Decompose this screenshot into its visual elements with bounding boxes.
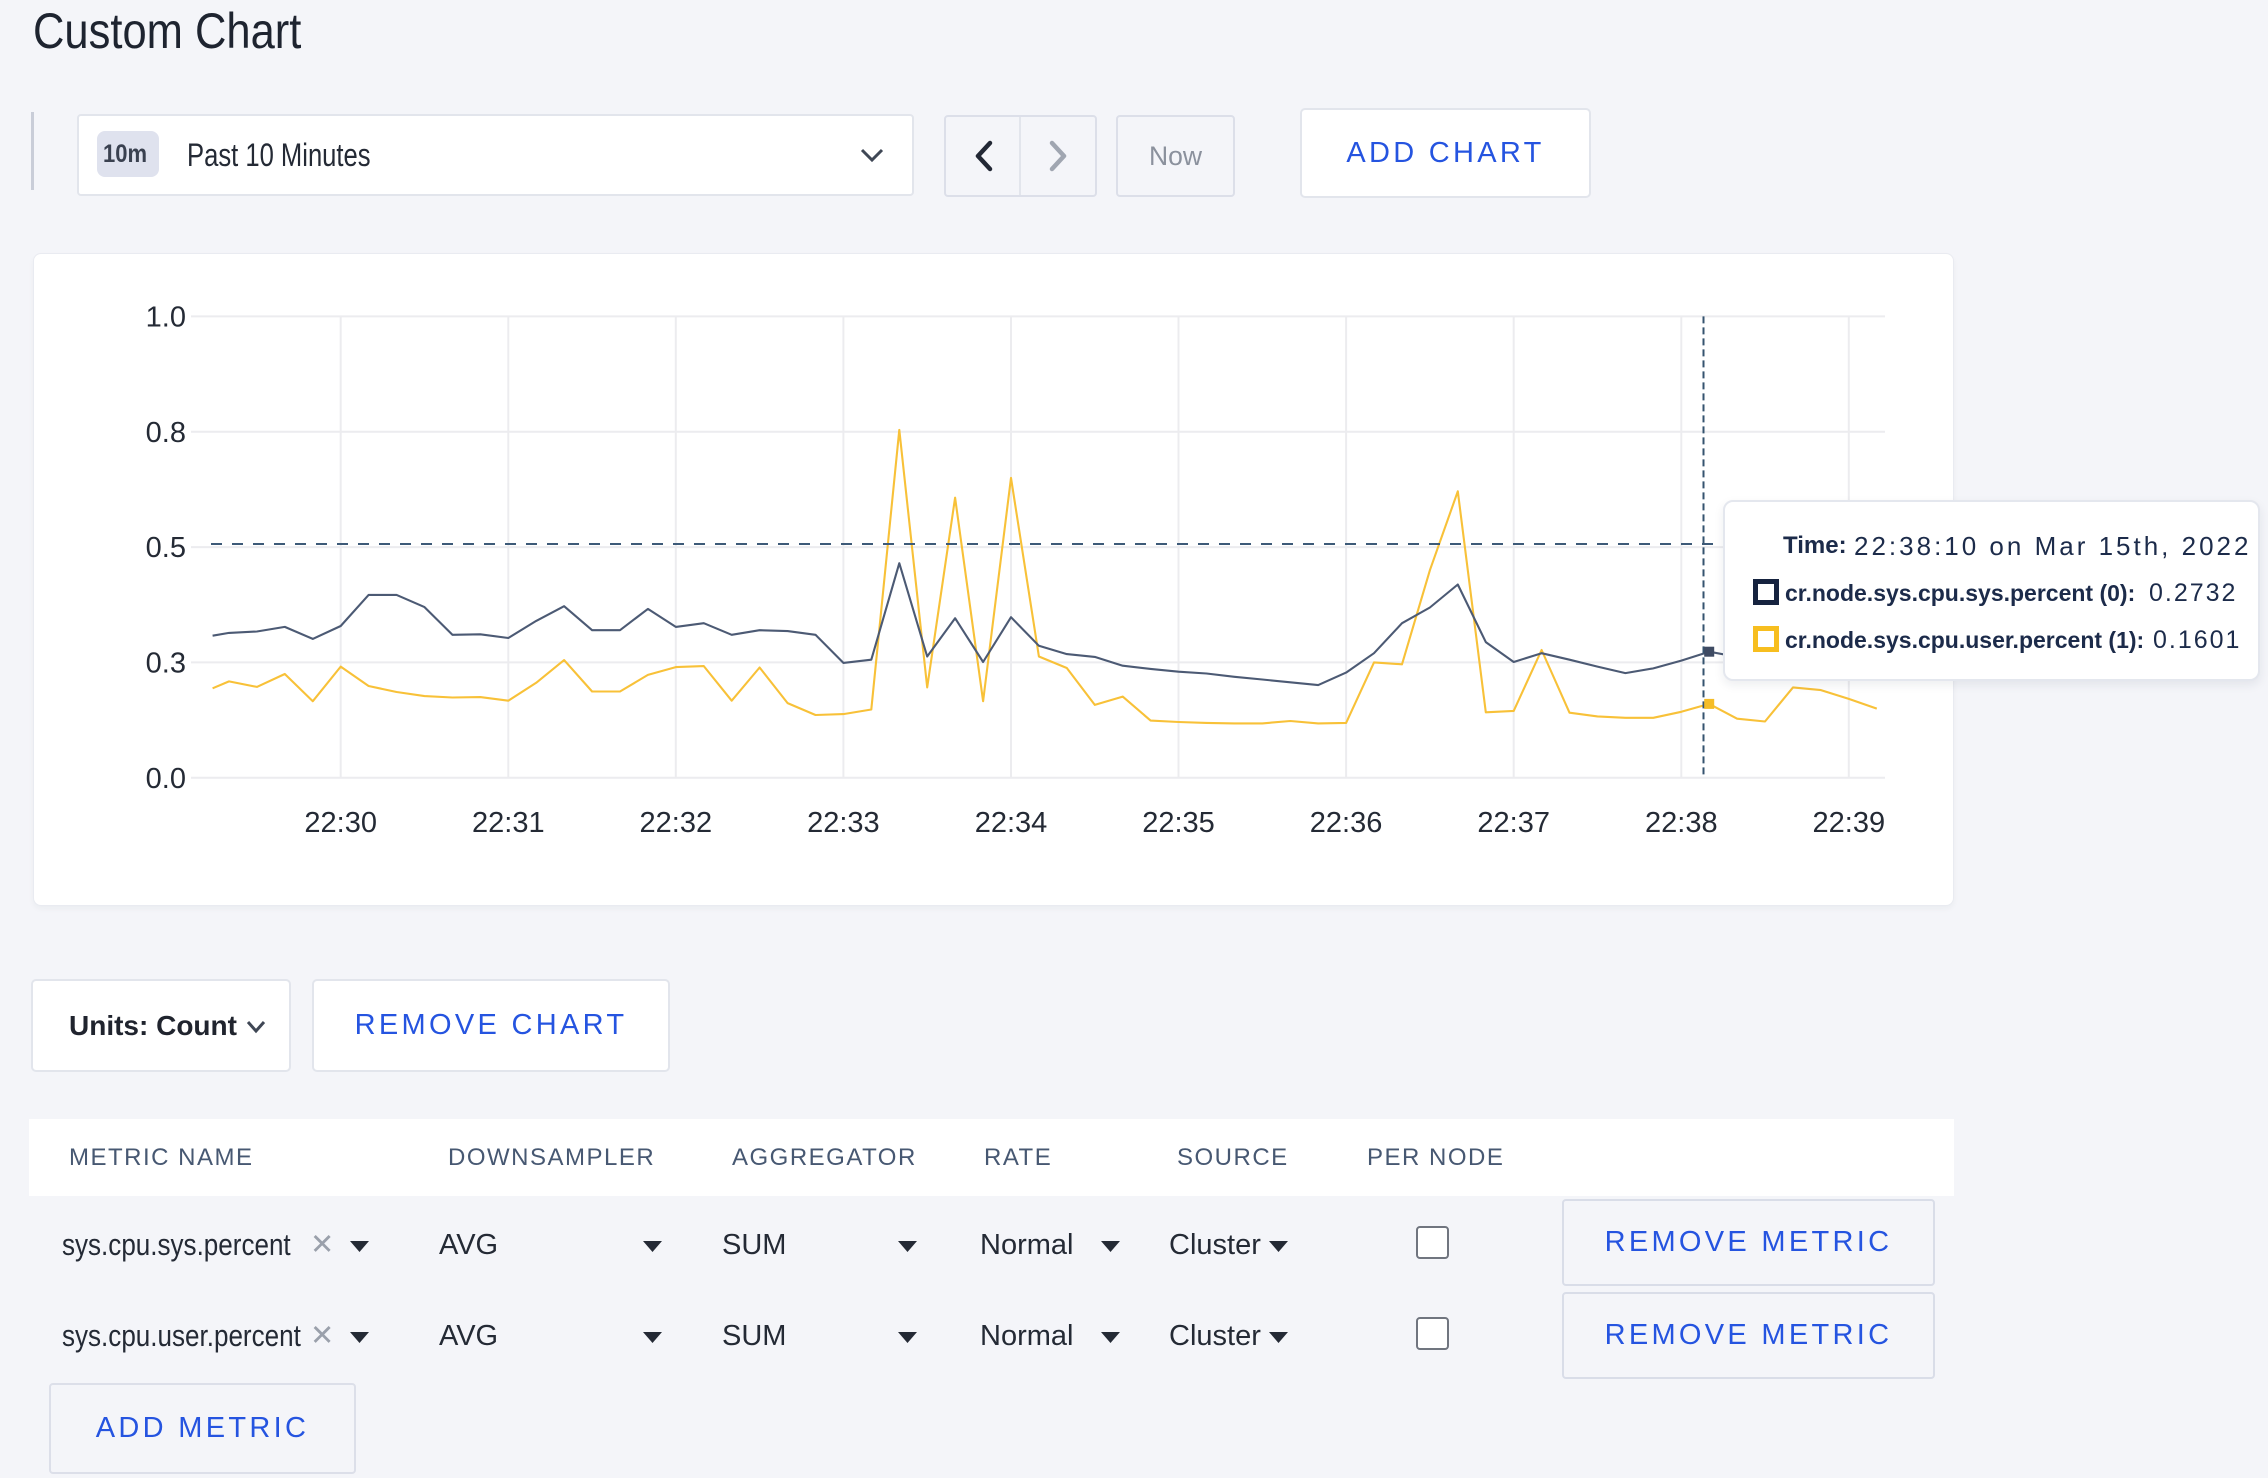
svg-text:22:34: 22:34	[975, 807, 1048, 839]
svg-text:1.0: 1.0	[146, 301, 186, 333]
svg-text:0.5: 0.5	[146, 532, 186, 564]
svg-text:22:39: 22:39	[1813, 807, 1886, 839]
svg-text:22:36: 22:36	[1310, 807, 1383, 839]
svg-text:22:37: 22:37	[1477, 807, 1550, 839]
svg-text:0.8: 0.8	[146, 417, 186, 449]
svg-text:0.3: 0.3	[146, 647, 186, 679]
svg-text:22:35: 22:35	[1142, 807, 1215, 839]
svg-text:22:32: 22:32	[640, 807, 713, 839]
svg-text:22:31: 22:31	[472, 807, 545, 839]
svg-text:22:38: 22:38	[1645, 807, 1718, 839]
svg-text:22:30: 22:30	[304, 807, 377, 839]
svg-text:22:33: 22:33	[807, 807, 880, 839]
svg-text:0.0: 0.0	[146, 763, 186, 795]
